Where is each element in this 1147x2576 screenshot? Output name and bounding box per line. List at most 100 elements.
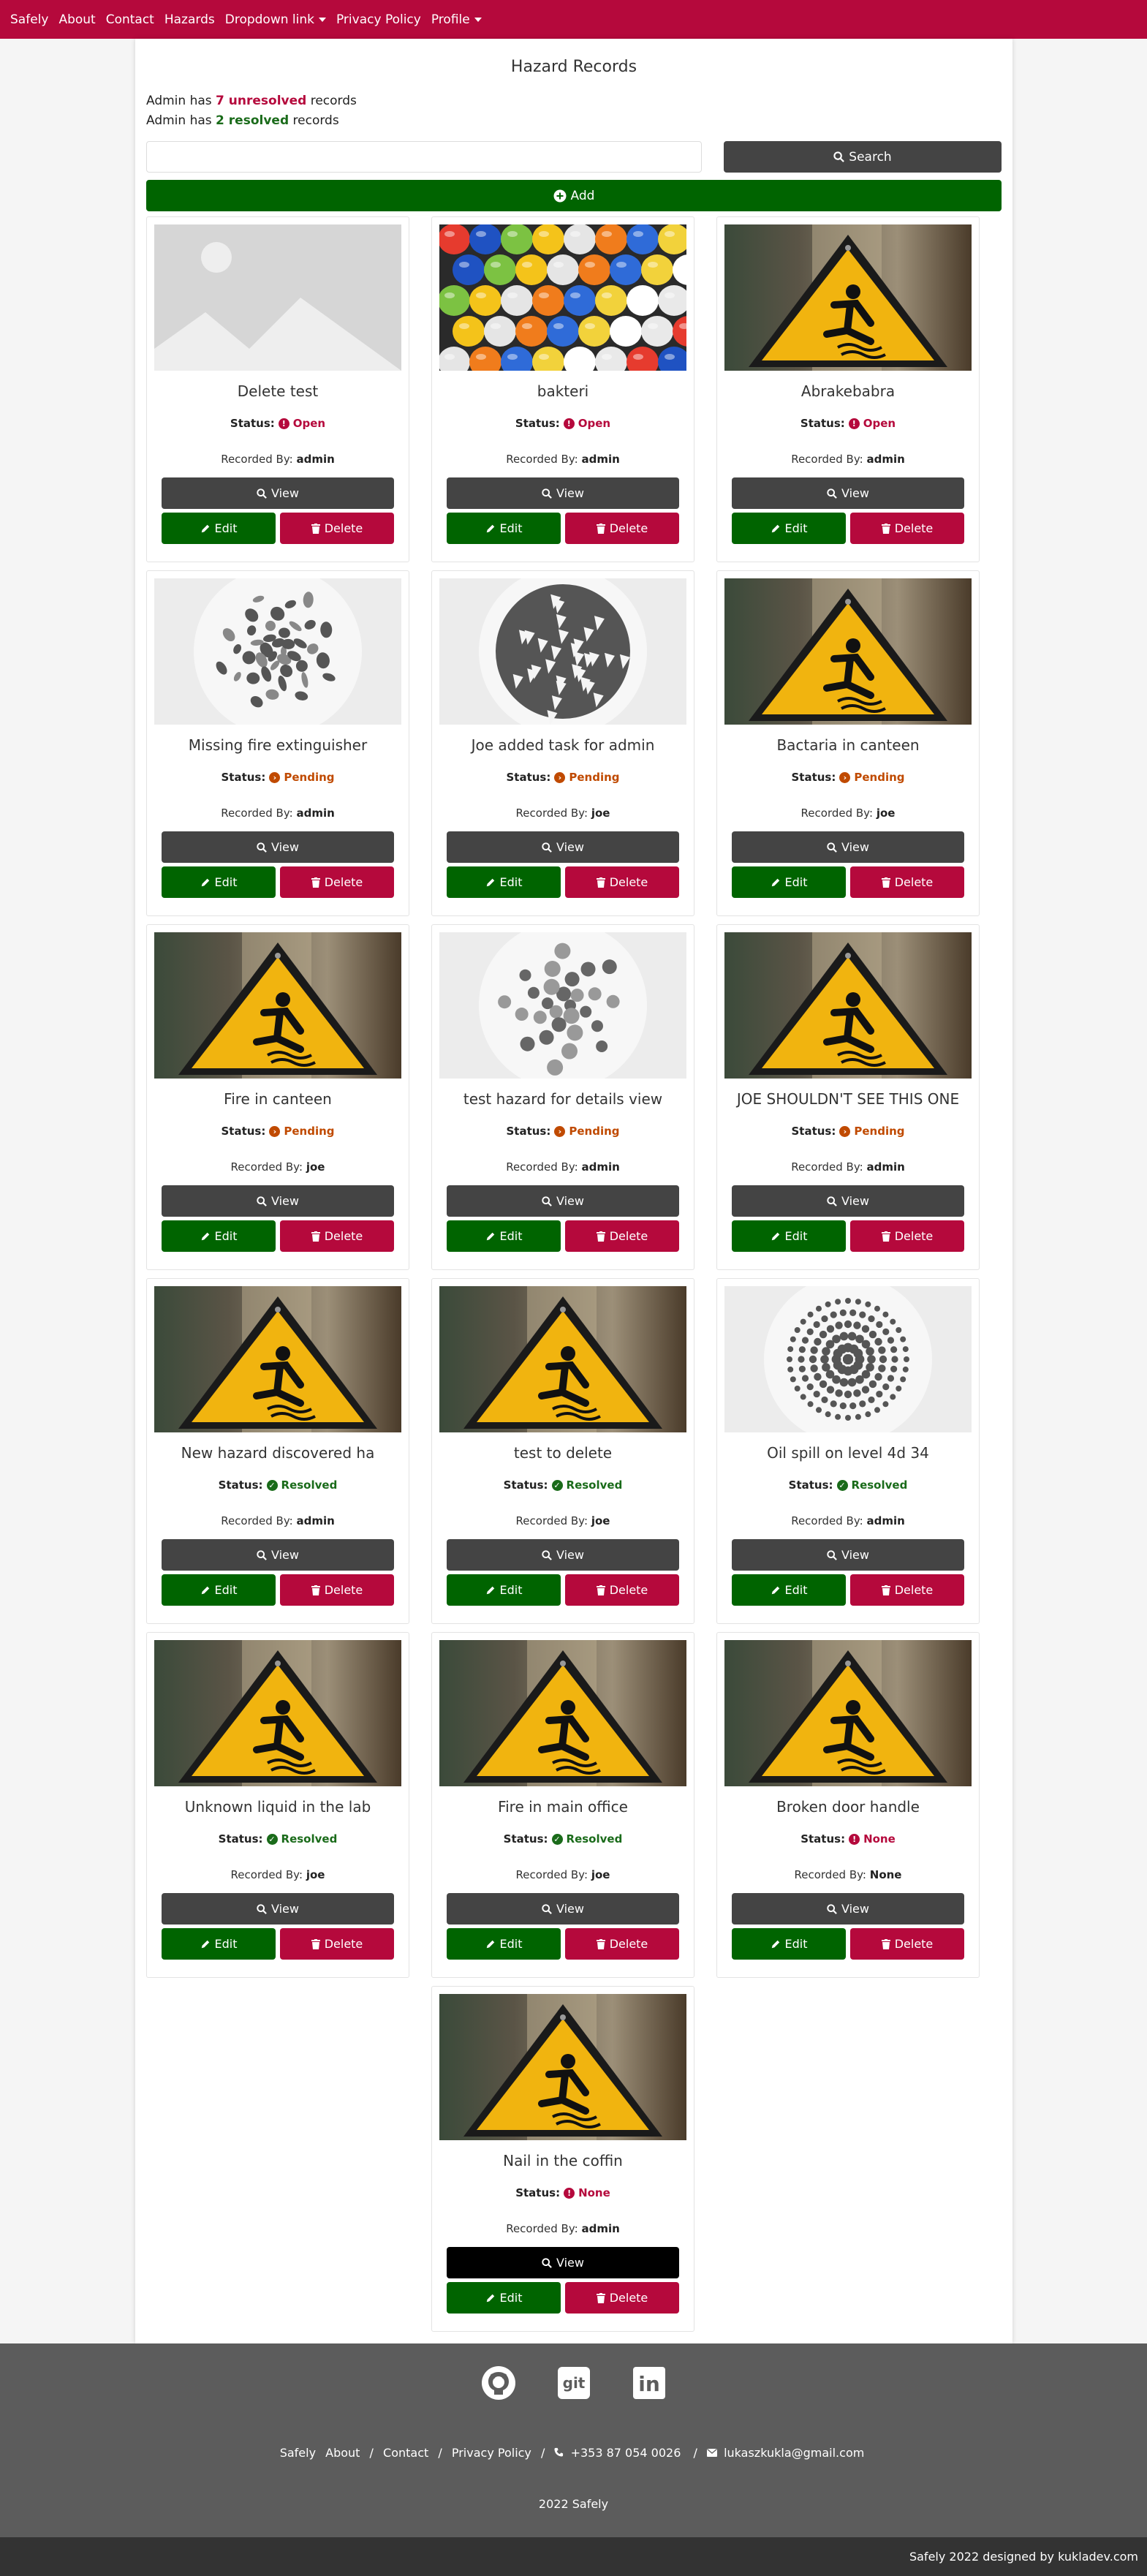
delete-button[interactable]: Delete: [850, 1220, 964, 1252]
pencil-icon: [201, 878, 209, 886]
edit-button[interactable]: Edit: [732, 1928, 846, 1960]
delete-button[interactable]: Delete: [280, 513, 394, 544]
nav-dropdown[interactable]: Dropdown link: [225, 12, 326, 27]
search-button[interactable]: Search: [724, 141, 1002, 173]
delete-button[interactable]: Delete: [565, 513, 679, 544]
recorded-by-user: admin: [581, 453, 620, 466]
edit-button[interactable]: Edit: [162, 866, 276, 898]
edit-button[interactable]: Edit: [447, 1574, 561, 1606]
footer-email[interactable]: lukaszkukla@gmail.com: [706, 2446, 867, 2460]
delete-button[interactable]: Delete: [280, 866, 394, 898]
view-button[interactable]: View: [732, 1539, 964, 1571]
nav-contact[interactable]: Contact: [106, 12, 154, 27]
view-button[interactable]: View: [447, 831, 679, 863]
delete-button[interactable]: Delete: [565, 1574, 679, 1606]
pencil-icon: [486, 1940, 494, 1948]
recorded-by-label: Recorded By:: [506, 2222, 578, 2235]
search-input[interactable]: [146, 141, 702, 173]
delete-button[interactable]: Delete: [565, 1928, 679, 1960]
view-button[interactable]: View: [732, 1893, 964, 1925]
edit-button[interactable]: Edit: [447, 1928, 561, 1960]
footer-icons: git in: [0, 2365, 1147, 2401]
hazard-image: [439, 1286, 686, 1432]
pencil-icon: [486, 2294, 494, 2302]
view-button[interactable]: View: [162, 1539, 394, 1571]
view-button[interactable]: View: [162, 1893, 394, 1925]
footer-link-safely[interactable]: Safely: [280, 2446, 316, 2460]
footer-link-contact[interactable]: Contact: [383, 2446, 428, 2460]
view-button[interactable]: View: [732, 831, 964, 863]
edit-button[interactable]: Edit: [447, 2282, 561, 2314]
delete-button[interactable]: Delete: [280, 1220, 394, 1252]
pencil-icon: [201, 1232, 209, 1240]
status-icon: ✓: [266, 1833, 278, 1845]
edit-button[interactable]: Edit: [162, 513, 276, 544]
recorded-by: Recorded By: joe: [432, 1868, 694, 1881]
hazard-card: test hazard for details view Status: › P…: [431, 924, 694, 1270]
git-icon[interactable]: git: [556, 2365, 591, 2401]
view-button[interactable]: View: [162, 477, 394, 509]
edit-button-label: Edit: [784, 521, 808, 535]
nav-profile[interactable]: Profile: [431, 12, 482, 27]
search-icon: [257, 842, 267, 853]
nav-brand[interactable]: Safely: [10, 12, 48, 27]
status-label: Status:: [791, 1125, 836, 1138]
status-value: Open: [292, 417, 326, 430]
view-button[interactable]: View: [447, 1539, 679, 1571]
view-button[interactable]: View: [732, 477, 964, 509]
delete-button[interactable]: Delete: [850, 866, 964, 898]
hazard-status: Status: › Pending: [717, 771, 979, 784]
add-button[interactable]: Add: [146, 180, 1002, 211]
edit-button[interactable]: Edit: [162, 1574, 276, 1606]
delete-button-label: Delete: [894, 875, 934, 889]
delete-button[interactable]: Delete: [850, 1928, 964, 1960]
delete-button[interactable]: Delete: [565, 2282, 679, 2314]
search-icon: [827, 842, 837, 853]
delete-button[interactable]: Delete: [280, 1928, 394, 1960]
edit-button[interactable]: Edit: [732, 866, 846, 898]
edit-button[interactable]: Edit: [732, 1574, 846, 1606]
edit-button[interactable]: Edit: [447, 866, 561, 898]
status-label: Status:: [218, 1832, 263, 1846]
edit-button[interactable]: Edit: [162, 1220, 276, 1252]
edit-button[interactable]: Edit: [732, 1220, 846, 1252]
hazard-card: Missing fire extinguisher Status: › Pend…: [146, 570, 409, 916]
edit-button[interactable]: Edit: [162, 1928, 276, 1960]
status-icon: ✓: [551, 1479, 563, 1491]
view-button[interactable]: View: [162, 1185, 394, 1217]
delete-button[interactable]: Delete: [565, 866, 679, 898]
recorded-by: Recorded By: joe: [147, 1868, 409, 1881]
view-button[interactable]: View: [732, 1185, 964, 1217]
delete-button[interactable]: Delete: [850, 513, 964, 544]
hazard-status: Status: › Pending: [147, 1125, 409, 1138]
search-icon: [827, 1549, 837, 1560]
delete-button[interactable]: Delete: [565, 1220, 679, 1252]
edit-button[interactable]: Edit: [732, 513, 846, 544]
nav-about[interactable]: About: [58, 12, 95, 27]
footer-link-about[interactable]: About: [325, 2446, 360, 2460]
nav-hazards[interactable]: Hazards: [164, 12, 215, 27]
view-button[interactable]: View: [447, 1893, 679, 1925]
edit-button[interactable]: Edit: [447, 513, 561, 544]
footer-phone-text: +353 87 054 0026: [570, 2446, 681, 2460]
edit-button-label: Edit: [214, 521, 238, 535]
hazard-status: Status: ✓ Resolved: [147, 1832, 409, 1846]
hazard-title: Broken door handle: [776, 1798, 920, 1816]
edit-button[interactable]: Edit: [447, 1220, 561, 1252]
footer-phone[interactable]: +353 87 054 0026: [554, 2446, 684, 2460]
trash-icon: [596, 1231, 605, 1242]
view-button[interactable]: View: [447, 1185, 679, 1217]
nav-privacy[interactable]: Privacy Policy: [336, 12, 421, 27]
hazard-status: Status: ✓ Resolved: [432, 1478, 694, 1492]
view-button[interactable]: View: [162, 831, 394, 863]
footer-link-privacy[interactable]: Privacy Policy: [452, 2446, 531, 2460]
view-button-label: View: [841, 1548, 869, 1562]
recorded-by: Recorded By: admin: [717, 1514, 979, 1527]
trash-icon: [596, 1938, 605, 1949]
delete-button[interactable]: Delete: [280, 1574, 394, 1606]
linkedin-icon[interactable]: in: [632, 2365, 667, 2401]
view-button[interactable]: View: [447, 2247, 679, 2278]
view-button[interactable]: View: [447, 477, 679, 509]
github-icon[interactable]: [481, 2365, 516, 2401]
delete-button[interactable]: Delete: [850, 1574, 964, 1606]
